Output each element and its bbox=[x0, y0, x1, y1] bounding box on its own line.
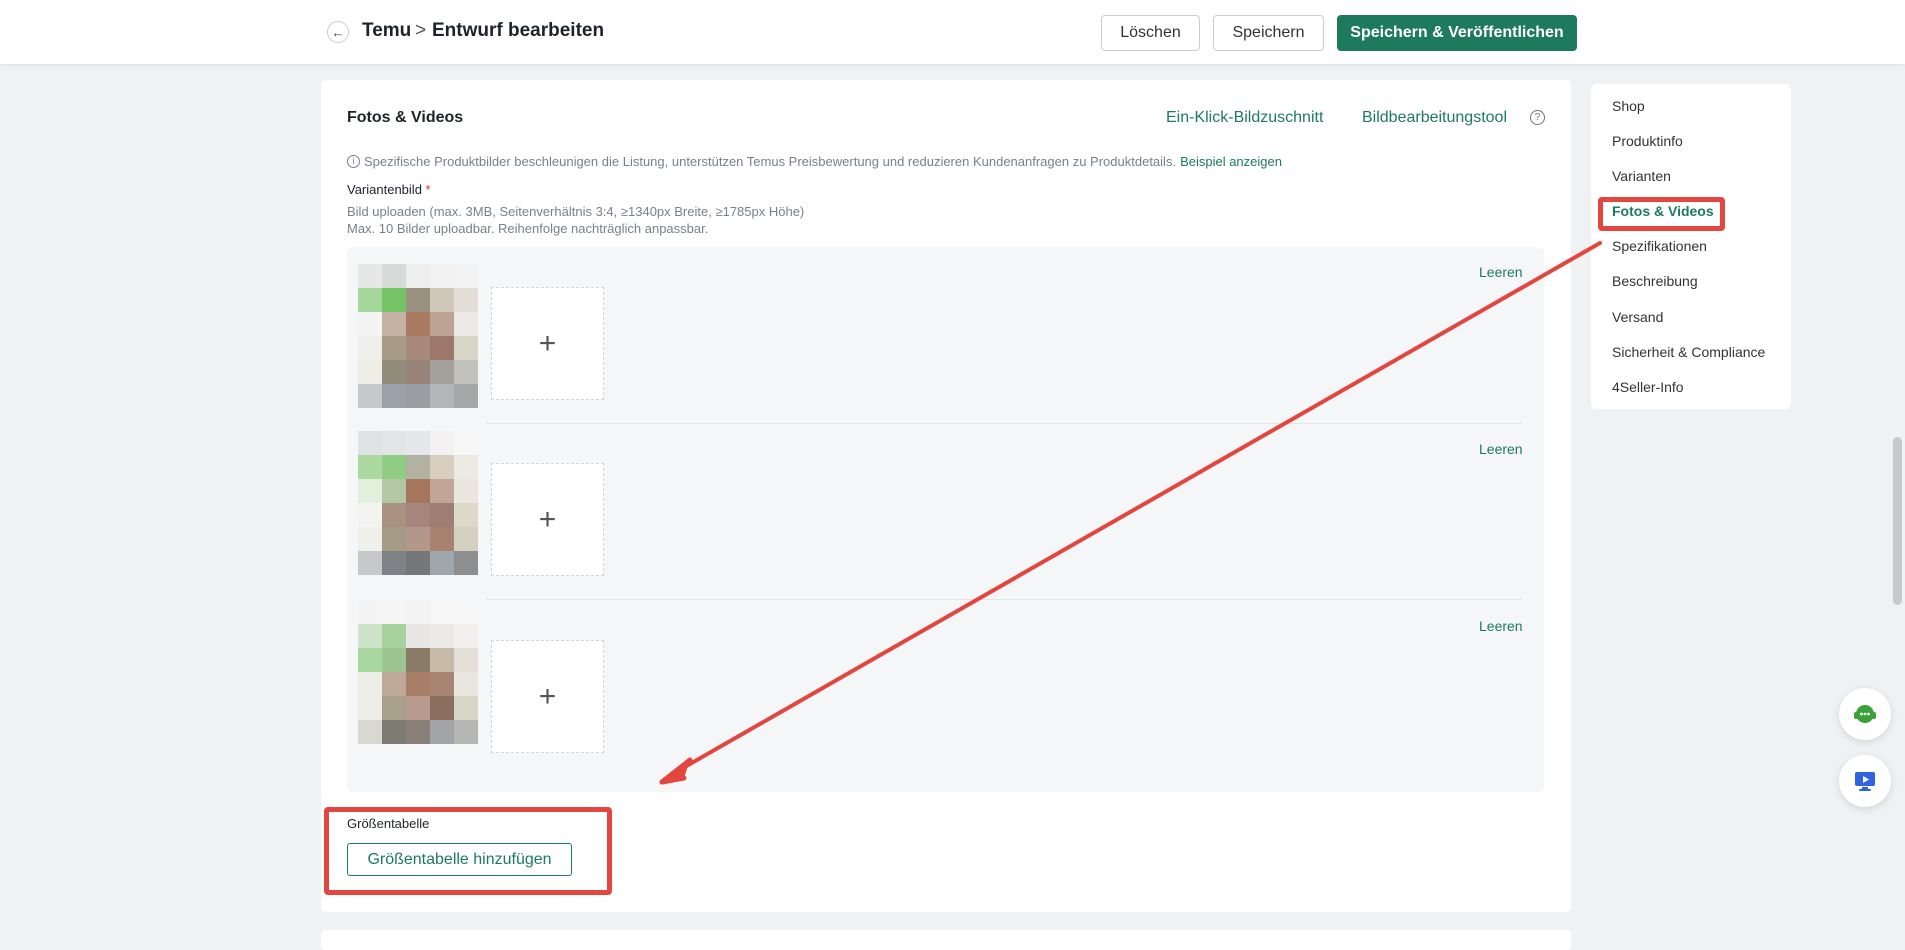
required-mark: * bbox=[425, 182, 431, 197]
nav-item-sicherheit[interactable]: Sicherheit & Compliance bbox=[1612, 344, 1765, 360]
variant-image-thumbnail[interactable] bbox=[358, 264, 478, 408]
variant-image-label-text: Variantenbild bbox=[347, 182, 422, 197]
add-image-button[interactable]: + bbox=[491, 640, 604, 753]
nav-item-shop[interactable]: Shop bbox=[1612, 98, 1645, 114]
clear-variant-link[interactable]: Leeren bbox=[1479, 618, 1523, 634]
back-arrow-icon[interactable]: ← bbox=[327, 21, 349, 43]
support-button[interactable] bbox=[1839, 688, 1891, 740]
info-icon: i bbox=[347, 155, 360, 168]
save-publish-button[interactable]: Speichern & Veröffentlichen bbox=[1337, 15, 1577, 51]
add-image-button[interactable]: + bbox=[491, 287, 604, 400]
example-link[interactable]: Beispiel anzeigen bbox=[1180, 154, 1282, 169]
tutorial-button[interactable] bbox=[1839, 755, 1891, 807]
nav-item-versand[interactable]: Versand bbox=[1612, 309, 1663, 325]
help-icon[interactable]: ? bbox=[1530, 110, 1545, 125]
clear-variant-link[interactable]: Leeren bbox=[1479, 441, 1523, 457]
nav-highlight-box bbox=[1598, 197, 1725, 231]
nav-item-varianten[interactable]: Varianten bbox=[1612, 168, 1671, 184]
crop-tool-link[interactable]: Ein-Klick-Bildzuschnitt bbox=[1166, 109, 1323, 127]
nav-item-beschreibung[interactable]: Beschreibung bbox=[1612, 273, 1698, 289]
nav-item-4seller-info[interactable]: 4Seller-Info bbox=[1612, 379, 1684, 395]
variant-image-thumbnail[interactable] bbox=[358, 431, 478, 575]
tip-text: Spezifische Produktbilder beschleunigen … bbox=[364, 154, 1177, 169]
nav-item-produktinfo[interactable]: Produktinfo bbox=[1612, 133, 1683, 149]
row-divider bbox=[486, 423, 1522, 424]
next-section-card bbox=[321, 930, 1571, 950]
variant-image-thumbnail[interactable] bbox=[358, 600, 478, 744]
size-table-highlight-box bbox=[324, 807, 612, 895]
screen-play-icon bbox=[1855, 772, 1875, 791]
upload-hint-2: Max. 10 Bilder uploadbar. Reihenfolge na… bbox=[347, 221, 709, 236]
info-tip: i Spezifische Produktbilder beschleunige… bbox=[347, 154, 1282, 169]
save-button[interactable]: Speichern bbox=[1213, 15, 1324, 51]
add-image-button[interactable]: + bbox=[491, 463, 604, 576]
headset-icon bbox=[1854, 705, 1876, 723]
breadcrumb-separator-icon: > bbox=[415, 20, 427, 41]
edit-tool-link[interactable]: Bildbearbeitungstool bbox=[1362, 109, 1507, 127]
clear-variant-link[interactable]: Leeren bbox=[1479, 264, 1523, 280]
upload-hint-1: Bild uploaden (max. 3MB, Seitenverhältni… bbox=[347, 204, 805, 219]
nav-item-spezifikationen[interactable]: Spezifikationen bbox=[1612, 238, 1707, 254]
breadcrumb-shop[interactable]: Temu bbox=[362, 20, 411, 42]
page-scrollbar[interactable] bbox=[1893, 437, 1902, 605]
section-title: Fotos & Videos bbox=[347, 109, 464, 126]
variant-image-label: Variantenbild * bbox=[347, 182, 431, 197]
top-bar: ← Temu > Entwurf bearbeiten Löschen Spei… bbox=[0, 0, 1905, 64]
row-divider bbox=[486, 599, 1522, 600]
page-title: Entwurf bearbeiten bbox=[432, 20, 605, 41]
delete-button[interactable]: Löschen bbox=[1101, 15, 1200, 51]
